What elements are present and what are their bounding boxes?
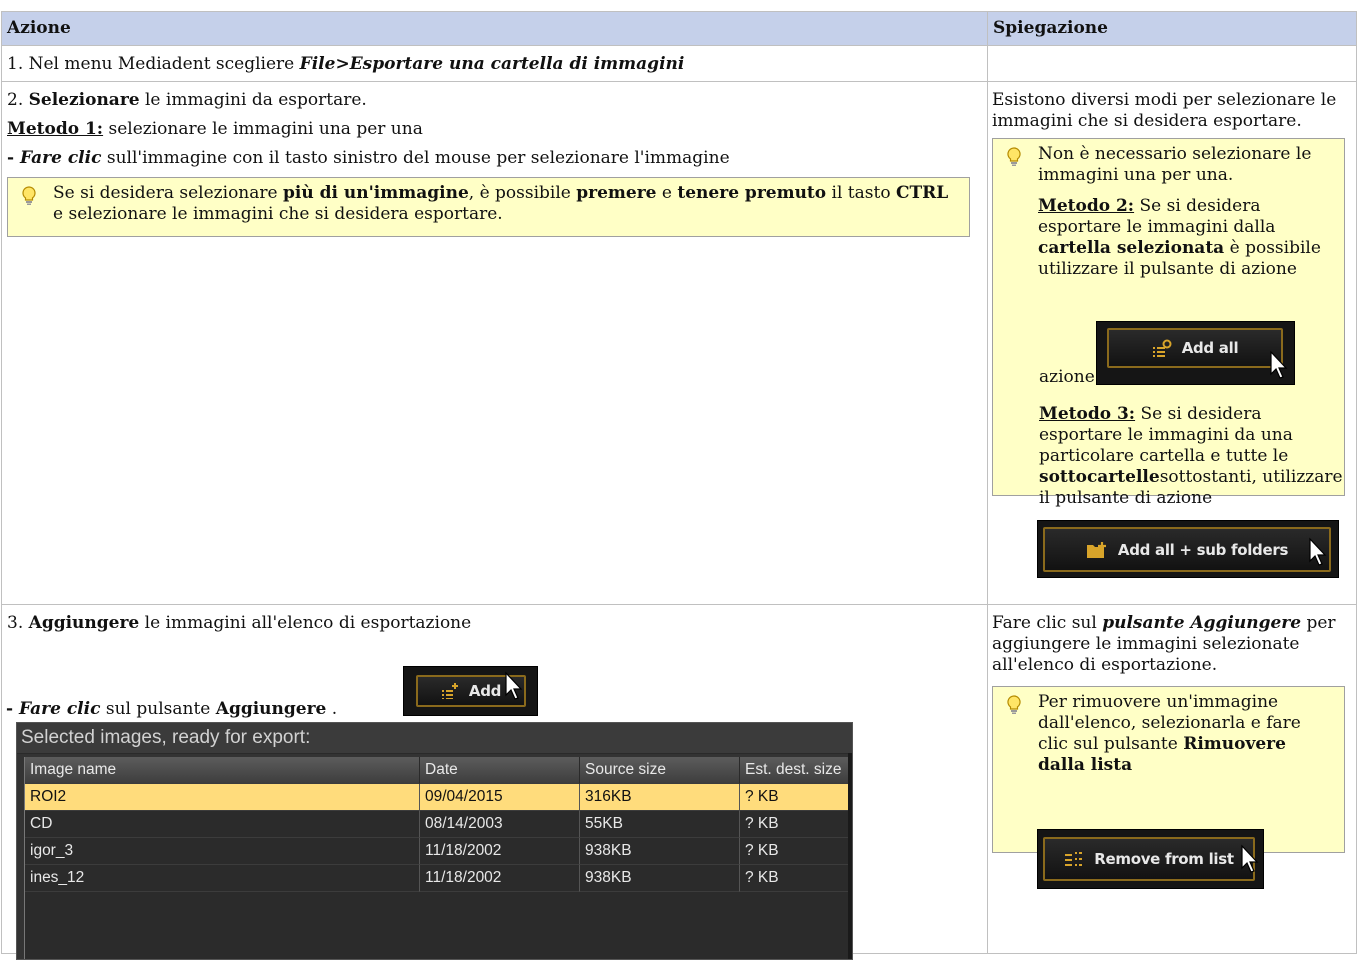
cell-name: ROI2 (25, 784, 420, 811)
cell-date: 11/18/2002 (420, 865, 580, 892)
cell-date: 09/04/2015 (420, 784, 580, 811)
header-row: Azione Spiegazione (1, 11, 1357, 46)
header-explanation: Spiegazione (987, 11, 1357, 46)
scrollbar[interactable] (848, 753, 852, 959)
click-instruction: - Fare clic sull'immagine con il tasto s… (7, 148, 730, 168)
add-all-label: Add all (1181, 339, 1239, 357)
add-label: Add (468, 682, 502, 700)
add-all-button[interactable]: Add all (1096, 321, 1295, 385)
cell-date: 11/18/2002 (420, 838, 580, 865)
header-action: Azione (1, 11, 988, 46)
remove-from-list-button[interactable]: Remove from list (1037, 829, 1264, 889)
cell-est: ? KB (740, 838, 851, 865)
cell-size: 938KB (580, 838, 740, 865)
tip-multi-select: Se si desidera selezionare più di un'imm… (7, 177, 970, 237)
tip-remove-text: Per rimuovere un'immagine dall'elenco, s… (1038, 692, 1301, 775)
add-all-sub-label: Add all + sub folders (1117, 540, 1289, 559)
table-row[interactable]: igor_3 11/18/2002 938KB ? KB (25, 838, 851, 865)
cell-name: ines_12 (25, 865, 420, 892)
cell-est: ? KB (740, 865, 851, 892)
column-est-dest-size[interactable]: Est. dest. size (740, 757, 851, 784)
tip-remove: Per rimuovere un'immagine dall'elenco, s… (992, 686, 1345, 853)
method-1: Metodo 1: selezionare le immagini una pe… (7, 119, 423, 139)
cell-est: ? KB (740, 811, 851, 838)
menu-path: File>Esportare una cartella di immagini (299, 54, 685, 74)
lightbulb-icon (22, 186, 36, 205)
remove-list-icon (1065, 852, 1083, 866)
method-1-label: Metodo 1: (7, 119, 104, 139)
export-list-panel: Selected images, ready for export: Image… (16, 722, 853, 960)
azione-label: azione (1039, 367, 1095, 387)
column-source-size[interactable]: Source size (580, 757, 740, 784)
click-add-instruction: - Fare clic sul pulsante Aggiungere . (6, 699, 338, 719)
table-row[interactable]: ines_12 11/18/2002 938KB ? KB (25, 865, 851, 892)
remove-label: Remove from list (1094, 850, 1234, 868)
cell-name: igor_3 (25, 838, 420, 865)
explanation-3: Fare clic sul pulsante Aggiungere per ag… (992, 613, 1336, 675)
mouse-cursor-icon (505, 671, 523, 700)
cell-size: 55KB (580, 811, 740, 838)
export-list-title: Selected images, ready for export: (17, 723, 852, 754)
export-list-grid: Image name Date Source size Est. dest. s… (24, 757, 851, 959)
column-date[interactable]: Date (420, 757, 580, 784)
cell-est: ? KB (740, 784, 851, 811)
mouse-cursor-icon (1241, 844, 1259, 873)
add-folder-icon (1086, 541, 1106, 558)
table-row[interactable]: CD 08/14/2003 55KB ? KB (25, 811, 851, 838)
explanation-2: Esistono diversi modi per selezionare le… (992, 90, 1337, 131)
add-all-sub-folders-button[interactable]: Add all + sub folders (1037, 520, 1339, 578)
add-all-icon (1152, 339, 1172, 357)
mouse-cursor-icon (1309, 537, 1327, 566)
export-list-header: Image name Date Source size Est. dest. s… (25, 757, 851, 784)
step-3-title: 3. Aggiungere le immagini all'elenco di … (7, 613, 472, 633)
column-image-name[interactable]: Image name (25, 757, 420, 784)
step-1-prefix: 1. Nel menu Mediadent scegliere (7, 54, 300, 74)
step-2-title: 2. Selezionare le immagini da esportare. (7, 90, 367, 110)
step-1-text: 1. Nel menu Mediadent scegliere File>Esp… (2, 46, 987, 75)
cell-date: 08/14/2003 (420, 811, 580, 838)
method-3: Metodo 3: Se si desidera esportare le im… (1039, 404, 1343, 508)
add-icon (441, 683, 458, 699)
cell-name: CD (25, 811, 420, 838)
row-step-1: 1. Nel menu Mediadent scegliere File>Esp… (1, 45, 1357, 82)
method-2: Metodo 2: Se si desidera esportare le im… (1038, 196, 1321, 279)
lightbulb-icon (1007, 147, 1021, 166)
cell-size: 938KB (580, 865, 740, 892)
tip-intro: Non è necessario selezionare le immagini… (1038, 144, 1312, 185)
cell-size: 316KB (580, 784, 740, 811)
lightbulb-icon (1007, 695, 1021, 714)
table-row[interactable]: ROI2 09/04/2015 316KB ? KB (25, 784, 851, 811)
add-button[interactable]: Add (403, 666, 538, 716)
mouse-cursor-icon (1270, 350, 1288, 379)
